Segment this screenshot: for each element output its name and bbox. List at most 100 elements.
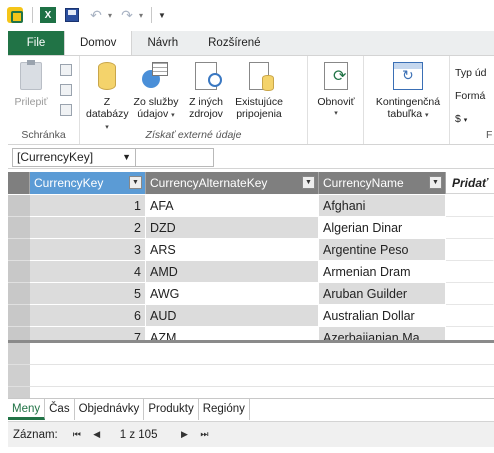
from-database-label-2: databázy [86,108,129,120]
tab-home[interactable]: Domov [64,31,133,55]
previous-record-icon[interactable]: ◀ [88,429,106,440]
select-all-corner[interactable] [8,172,30,194]
cell-currencyname[interactable]: Argentine Peso [319,239,446,261]
cell-currencykey[interactable]: 1 [30,195,146,217]
redo-dropdown-icon[interactable]: ▾ [139,11,143,20]
format-painter-icon[interactable] [60,104,72,116]
table-row: 4 AMD Armenian Dram [8,261,494,283]
cell-currencyalternatekey[interactable]: DZD [146,217,319,239]
row-selector[interactable] [8,217,30,239]
cell-currencyname[interactable]: Azerbaijanian Ma [319,327,446,340]
filter-dropdown-icon[interactable]: ▼ [429,176,442,189]
formatting-group: Typ úd Formá $ ▾ [455,62,487,132]
powerpivot-icon[interactable] [6,6,24,24]
undo-dropdown-icon[interactable]: ▾ [108,11,112,20]
undo-icon[interactable]: ↶ [87,6,105,24]
table-row: 6 AUD Australian Dollar [8,305,494,327]
cell-currencykey[interactable]: 5 [30,283,146,305]
first-record-icon[interactable]: ⏮ [68,429,86,440]
chevron-down-icon: ▾ [425,112,429,119]
column-header-currencyname[interactable]: CurrencyName ▼ [319,172,446,194]
save-icon[interactable] [63,6,81,24]
sheet-tab-regiony[interactable]: Regióny [199,399,250,420]
existing-label-2: pripojenia [236,108,282,120]
cell-currencyname[interactable]: Armenian Dram [319,261,446,283]
redo-icon[interactable]: ↷ [118,6,136,24]
sheet-tab-cas[interactable]: Čas [45,399,75,420]
cell-currencykey[interactable]: 4 [30,261,146,283]
refresh-group: Obnoviť ▾ [308,56,364,144]
copy-icon[interactable] [60,84,72,96]
chevron-down-icon[interactable]: ▼ [122,149,131,166]
row-selector [8,387,30,398]
row-selector[interactable] [8,195,30,217]
next-record-icon[interactable]: ▶ [175,429,193,440]
from-other-sources-button[interactable]: Z iných zdrojov [184,62,228,120]
tab-file[interactable]: File [8,31,64,55]
record-position: 1 z 105 [119,428,158,441]
pivot-table-button[interactable]: Kontingenčná tabuľka ▾ [370,62,446,122]
currency-format-button[interactable]: $ [455,113,461,125]
existing-connections-button[interactable]: Existujúce pripojenia [230,62,288,120]
row-selector[interactable] [8,261,30,283]
cell-add-column[interactable] [446,195,494,217]
tab-advanced[interactable]: Rozšírené [193,31,275,55]
cell-add-column[interactable] [446,217,494,239]
data-type-label[interactable]: Typ úd [455,62,487,85]
tab-design[interactable]: Návrh [132,31,193,55]
column-header-currencykey[interactable]: CurrencyKey ▼ [30,172,146,194]
cell-currencyalternatekey[interactable]: AZM [146,327,319,340]
chevron-down-icon: ▾ [171,112,175,119]
cell-currencyalternatekey[interactable]: AFA [146,195,319,217]
row-selector[interactable] [8,327,30,340]
last-record-icon[interactable]: ⏭ [195,429,213,440]
cell-add-column[interactable] [446,239,494,261]
sheet-tab-meny[interactable]: Meny [8,399,46,420]
ribbon: Prilepiť Schránka Z databázy ▾ Zo služby… [8,55,494,145]
cell-currencykey[interactable]: 3 [30,239,146,261]
cell-currencykey[interactable]: 6 [30,305,146,327]
cell-currencyname[interactable]: Aruban Guilder [319,283,446,305]
table-row: 7 AZM Azerbaijanian Ma [8,327,494,340]
row-selector[interactable] [8,305,30,327]
calculation-area-row [8,343,494,365]
cell-currencyalternatekey[interactable]: ARS [146,239,319,261]
cell-currencyalternatekey[interactable]: AWG [146,283,319,305]
cell-currencyname[interactable]: Algerian Dinar [319,217,446,239]
format-label[interactable]: Formá [455,85,487,108]
cell-currencykey[interactable]: 2 [30,217,146,239]
row-selector[interactable] [8,239,30,261]
formula-input[interactable] [136,148,214,167]
refresh-button[interactable]: Obnoviť ▾ [312,62,360,120]
name-box[interactable]: [CurrencyKey] ▼ [12,148,136,167]
record-navigation-bar: Záznam: ⏮ ◀ 1 z 105 ▶ ⏭ [8,421,494,447]
filter-dropdown-icon[interactable]: ▼ [302,176,315,189]
column-header-currencyalternatekey[interactable]: CurrencyAlternateKey ▼ [146,172,319,194]
calculation-area-row [8,387,494,398]
name-box-value: [CurrencyKey] [17,150,94,164]
paste-button[interactable]: Prilepiť [12,60,50,108]
add-column-header[interactable]: Pridať [446,172,494,194]
from-database-button[interactable]: Z databázy ▾ [86,62,129,134]
cell-currencyname[interactable]: Afghani [319,195,446,217]
cell-currencyalternatekey[interactable]: AUD [146,305,319,327]
sheet-tab-produkty[interactable]: Produkty [144,399,199,420]
refresh-icon [324,62,348,90]
row-selector[interactable] [8,283,30,305]
filter-dropdown-icon[interactable]: ▼ [129,176,142,189]
cell-add-column[interactable] [446,327,494,340]
cell-add-column[interactable] [446,283,494,305]
cell-add-column[interactable] [446,305,494,327]
cut-icon[interactable] [60,64,72,76]
excel-icon[interactable]: X [39,6,57,24]
from-data-service-button[interactable]: Zo služby údajov ▾ [130,62,182,122]
cell-currencykey[interactable]: 7 [30,327,146,340]
sheet-tab-objednavky[interactable]: Objednávky [75,399,145,420]
cell-currencyalternatekey[interactable]: AMD [146,261,319,283]
customize-icon[interactable]: ▼ [158,11,166,20]
sheet-tabs: Meny Čas Objednávky Produkty Regióny [8,398,494,420]
formula-bar: [CurrencyKey] ▼ [8,147,494,169]
cell-add-column[interactable] [446,261,494,283]
data-service-icon [142,62,170,90]
cell-currencyname[interactable]: Australian Dollar [319,305,446,327]
